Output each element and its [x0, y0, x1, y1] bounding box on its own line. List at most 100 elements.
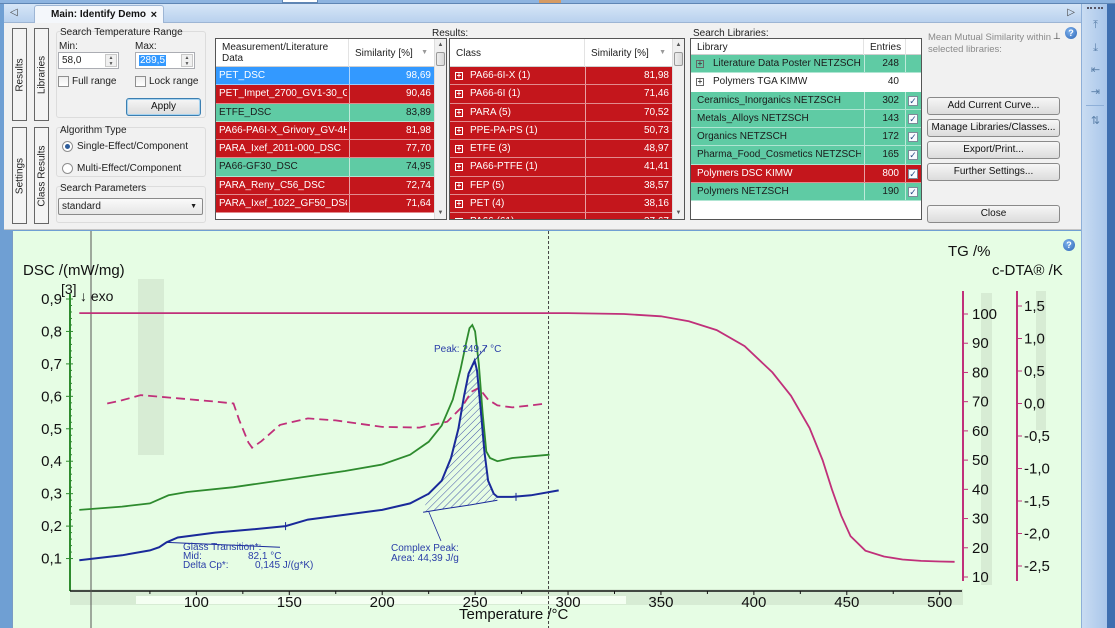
align-top-icon[interactable]: ⤒	[1088, 18, 1103, 33]
measurement-row[interactable]: PARA_Ixef_2011-000_DSC 77,70	[216, 140, 434, 159]
scroll-thumb[interactable]	[674, 52, 683, 66]
vtab-settings[interactable]: Settings	[12, 127, 27, 224]
column-header-similarity[interactable]: Similarity [%] ▼	[349, 39, 435, 67]
apply-button[interactable]: Apply	[126, 98, 201, 116]
class-row[interactable]: + PA66-6I-X (1) 81,98	[450, 67, 672, 86]
library-row[interactable]: + Literature Data Poster NETZSCH 248	[691, 55, 921, 74]
close-button[interactable]: Close	[927, 205, 1060, 223]
max-spinner[interactable]: ▲ ▼	[181, 54, 193, 67]
vtab-class-results[interactable]: Class Results	[34, 127, 49, 224]
library-checkbox[interactable]: ✓	[908, 168, 918, 179]
align-left-icon[interactable]: ⇤	[1088, 63, 1103, 78]
library-checkbox[interactable]: ✓	[908, 95, 918, 106]
library-row[interactable]: Polymers DSC KIMW 800 ✓	[691, 164, 921, 184]
class-scrollbar[interactable]: ▲ ▼	[672, 39, 684, 219]
library-row[interactable]: + Polymers TGA KIMW 40	[691, 73, 921, 92]
tab-scroll-left-icon[interactable]: ◁	[10, 7, 18, 18]
library-checkbox[interactable]: ✓	[908, 150, 918, 161]
expand-icon[interactable]: +	[696, 60, 704, 68]
close-icon[interactable]: ×	[151, 9, 157, 21]
vtab-libraries[interactable]: Libraries	[34, 28, 49, 121]
scroll-down-icon[interactable]: ▼	[673, 207, 684, 219]
column-header-measurement[interactable]: Measurement/Literature Data	[216, 39, 349, 67]
library-checkbox[interactable]: ✓	[908, 113, 918, 124]
measurement-row[interactable]: PA66-PA6I-X_Grivory_GV-4H... 81,98	[216, 121, 434, 141]
measurement-row[interactable]: PA66-GF30_DSC 74,95	[216, 158, 434, 177]
expand-icon[interactable]: +	[455, 200, 463, 209]
tg-curve[interactable]	[79, 312, 955, 563]
vtab-results[interactable]: Results	[12, 28, 27, 121]
expand-icon[interactable]: +	[455, 72, 463, 80]
measurement-row[interactable]: PARA_Ixef_1022_GF50_DSC 71,64	[216, 195, 434, 214]
spin-down-icon[interactable]: ▼	[182, 61, 192, 67]
scroll-up-icon[interactable]: ▲	[435, 39, 446, 51]
tab-main-identify-demo[interactable]: Main: Identify Demo ×	[34, 5, 164, 24]
expand-icon[interactable]: +	[455, 126, 463, 135]
column-header-entries[interactable]: Entries	[864, 39, 906, 55]
x-axis-label: Temperature /°C	[459, 606, 569, 623]
radio-dot[interactable]	[62, 141, 73, 152]
add-current-curve-button[interactable]: Add Current Curve...	[927, 97, 1060, 115]
class-row[interactable]: + ETFE (3) 48,97	[450, 140, 672, 159]
help-icon[interactable]: ?	[1065, 27, 1077, 39]
expand-icon[interactable]: +	[696, 78, 704, 87]
app-window: ◁ Main: Identify Demo × ▷ ⤒ ⤓ ⇤ ⇥ ⇅ Resu…	[0, 0, 1115, 628]
scroll-down-icon[interactable]: ▼	[435, 207, 446, 219]
max-temperature-input[interactable]: 289,5 ▲ ▼	[135, 52, 195, 69]
column-header-similarity[interactable]: Similarity [%] ▼	[585, 39, 673, 67]
library-row[interactable]: Metals_Alloys NETZSCH 143 ✓	[691, 109, 921, 129]
measurement-row[interactable]: ETFE_DSC 83,89	[216, 103, 434, 122]
toolstrip-grip[interactable]	[1087, 7, 1103, 9]
scroll-thumb[interactable]	[436, 52, 445, 66]
library-row[interactable]: Ceramics_Inorganics NETZSCH 302 ✓	[691, 91, 921, 110]
manage-libraries-button[interactable]: Manage Libraries/Classes...	[927, 119, 1060, 137]
measurement-row[interactable]: PARA_Reny_C56_DSC 72,74	[216, 176, 434, 196]
chart-help-icon[interactable]: ?	[1063, 239, 1075, 251]
export-print-button[interactable]: Export/Print...	[927, 141, 1060, 159]
measurement-scrollbar[interactable]: ▲ ▼	[434, 39, 446, 219]
radio-multi-effect[interactable]: Multi-Effect/Component	[62, 163, 181, 174]
expand-icon[interactable]: +	[455, 163, 463, 172]
thermal-analysis-plot[interactable]: 0,1 0,2 0,3 0,4 0,5 0,6 0,7 0,8 0,9 100 150 200 250 3…	[12, 231, 1081, 628]
distribute-icon[interactable]: ⇅	[1088, 114, 1103, 129]
expand-icon[interactable]: +	[455, 145, 463, 154]
further-settings-button[interactable]: Further Settings...	[927, 163, 1060, 181]
tab-scroll-right-icon[interactable]: ▷	[1067, 7, 1075, 18]
search-params-select[interactable]: standard ▼	[58, 198, 203, 215]
class-row[interactable]: + PET (4) 38,16	[450, 195, 672, 214]
library-checkbox[interactable]: ✓	[908, 132, 918, 143]
min-spinner[interactable]: ▲ ▼	[105, 54, 117, 67]
checkbox-box[interactable]	[58, 76, 69, 87]
expand-icon[interactable]: +	[455, 181, 463, 190]
cdta-tick-label: 0,0	[1024, 396, 1045, 413]
class-row[interactable]: + PA66-PTFE (1) 41,41	[450, 158, 672, 177]
radio-dot[interactable]	[62, 163, 73, 174]
library-row[interactable]: Polymers NETZSCH 190 ✓	[691, 183, 921, 202]
full-range-checkbox[interactable]: Full range	[58, 76, 116, 87]
expand-icon[interactable]: +	[455, 218, 463, 219]
measurement-row[interactable]: PET_Impet_2700_GV1-30_G... 90,46	[216, 85, 434, 104]
align-bottom-icon[interactable]: ⤓	[1088, 41, 1103, 56]
class-row[interactable]: + PARA (5) 70,52	[450, 103, 672, 122]
radio-single-effect[interactable]: Single-Effect/Component	[62, 141, 188, 152]
expand-icon[interactable]: +	[455, 108, 463, 117]
min-temperature-input[interactable]: 58,0 ▲ ▼	[58, 52, 119, 69]
library-row[interactable]: Pharma_Food_Cosmetics NETZSCH 165 ✓	[691, 146, 921, 165]
library-row[interactable]: Organics NETZSCH 172 ✓	[691, 128, 921, 147]
spin-down-icon[interactable]: ▼	[106, 61, 116, 67]
measurement-row[interactable]: PET_DSC 98,69	[216, 67, 434, 86]
align-right-icon[interactable]: ⇥	[1088, 85, 1103, 100]
class-row[interactable]: + PA66 (61) 37,67	[450, 213, 672, 219]
scroll-up-icon[interactable]: ▲	[673, 39, 684, 51]
column-header-library[interactable]: Library	[691, 39, 864, 55]
class-row[interactable]: + FEP (5) 38,57	[450, 176, 672, 196]
class-row[interactable]: + PA66-6I (1) 71,46	[450, 85, 672, 104]
chart-svg[interactable]: 0,10,20,30,40,50,60,70,80,9100 150 200 250 3…	[13, 231, 1082, 628]
expand-icon[interactable]: +	[455, 90, 463, 99]
column-header-class[interactable]: Class	[450, 39, 585, 67]
class-row[interactable]: + PPE-PA-PS (1) 50,73	[450, 121, 672, 141]
library-checkbox[interactable]: ✓	[908, 187, 918, 198]
checkbox-box[interactable]	[135, 76, 146, 87]
pin-icon[interactable]: ⊥	[1053, 31, 1061, 42]
lock-range-checkbox[interactable]: Lock range	[135, 76, 198, 87]
